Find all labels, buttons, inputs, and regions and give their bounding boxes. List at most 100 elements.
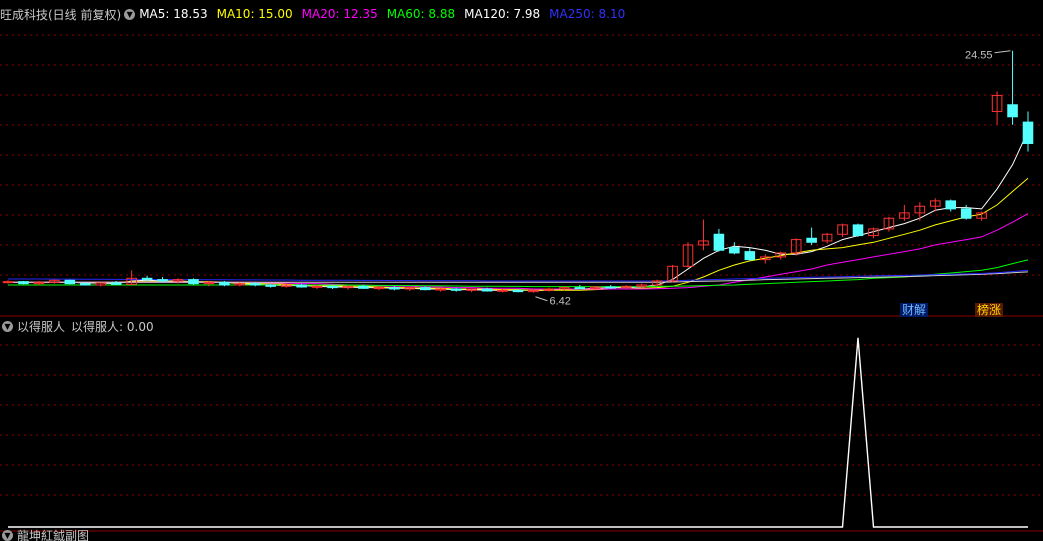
candle <box>914 202 926 221</box>
candle-body-down <box>481 288 493 292</box>
ma60-label: MA60: 8.88 <box>386 7 456 21</box>
candle-body-down <box>141 277 153 281</box>
candle-body-down <box>157 279 168 282</box>
candle <box>976 211 987 221</box>
ma10-line <box>8 177 1029 291</box>
candle-body-down <box>110 282 122 285</box>
candle <box>605 284 617 289</box>
bottom-legend: ▼ 龍坤紅鉞副图 <box>0 529 89 541</box>
candle <box>49 279 60 284</box>
candle <box>95 282 107 287</box>
candle <box>33 280 45 285</box>
candle <box>775 251 787 260</box>
ma250-label: MA250: 8.10 <box>549 7 626 21</box>
candle-body-down <box>1007 104 1018 118</box>
chevron-down-icon[interactable]: ▼ <box>124 8 136 20</box>
bangzhang-badge[interactable]: 榜涨 <box>975 303 1004 317</box>
candle <box>883 216 895 232</box>
sub-legend: ▼ 以得服人 以得服人: 0.00 <box>0 317 154 335</box>
candle-body-down <box>188 279 199 285</box>
candle-body-down <box>713 233 725 251</box>
candle-body-down <box>744 251 756 261</box>
candle <box>528 289 539 293</box>
indicator-value: 以得服人: 0.00 <box>71 319 154 334</box>
candle <box>821 232 833 244</box>
ma20-label: MA20: 12.35 <box>301 7 378 21</box>
price-annotations: 24.55 6.42 <box>535 50 1011 308</box>
candle-body-down <box>1022 121 1034 144</box>
candle <box>342 285 354 290</box>
chart-canvas: 24.55 6.42 <box>0 34 1043 532</box>
candle <box>991 91 1003 125</box>
candle <box>18 280 29 285</box>
candle <box>682 242 694 268</box>
candle <box>296 283 307 288</box>
candle-body-down <box>450 288 462 291</box>
candle-body-up <box>373 287 385 290</box>
ma10-label: MA10: 15.00 <box>216 7 293 21</box>
candle <box>466 288 477 293</box>
candle-body-down <box>852 224 864 237</box>
candle <box>698 219 709 251</box>
candle-body-down <box>605 286 617 289</box>
candle-body-down <box>64 279 76 285</box>
candle-body-down <box>358 285 369 289</box>
candle <box>450 287 462 292</box>
candle-body-down <box>806 237 817 243</box>
candle <box>389 286 400 291</box>
candle-body-down <box>18 281 29 285</box>
stock-title: 旺成科技(日线 前复权) <box>0 7 122 22</box>
candle <box>806 227 817 245</box>
candle <box>188 278 199 285</box>
candle <box>651 279 663 287</box>
candle-body-down <box>729 247 740 254</box>
candle-body-up <box>435 288 447 291</box>
low-price-label: 6.42 <box>549 296 570 308</box>
high-price-label: 24.55 <box>965 50 993 62</box>
candle-body-down <box>249 283 261 286</box>
candle <box>729 242 740 255</box>
low-arrow <box>535 296 548 302</box>
caijie-badge[interactable]: 财解 <box>900 303 929 317</box>
indicator-line <box>8 337 1028 528</box>
candle-body-down <box>327 285 338 289</box>
ma5-label: MA5: 18.53 <box>139 7 208 21</box>
candle <box>1007 50 1018 125</box>
candle <box>899 204 910 221</box>
candle-body-down <box>79 283 91 286</box>
ma120-label: MA120: 7.98 <box>464 7 541 21</box>
high-arrow <box>994 50 1011 54</box>
ma20-line <box>8 213 1029 290</box>
indicator-series-line <box>8 337 1028 528</box>
candle-body-down <box>219 281 230 286</box>
candle <box>744 247 756 261</box>
candle-body-down <box>960 208 972 219</box>
candle-body-down <box>265 284 277 287</box>
candle <box>852 223 864 237</box>
candle <box>837 223 848 237</box>
candle-body-down <box>512 289 524 293</box>
main-legend: 旺成科技(日线 前复权) ▼ MA5: 18.53 MA10: 15.00 MA… <box>0 5 634 23</box>
candle <box>2 280 14 284</box>
candle <box>960 204 972 220</box>
indicator-name: 以得服人 <box>17 319 66 334</box>
candle-body-down <box>945 200 957 210</box>
candle-body-down <box>296 284 307 288</box>
candle <box>945 199 957 212</box>
sub-grid <box>0 344 1043 496</box>
bottom-indicator-name: 龍坤紅鉞副图 <box>17 529 90 541</box>
candle-body-down <box>389 287 400 290</box>
candle <box>1022 111 1034 152</box>
candle <box>790 238 802 256</box>
chevron-down-icon[interactable]: ▼ <box>2 529 13 541</box>
candle-body-down <box>574 287 586 290</box>
candle <box>713 228 725 252</box>
candle <box>667 264 678 283</box>
candle <box>64 279 76 285</box>
chevron-down-icon[interactable]: ▼ <box>2 320 13 332</box>
candle <box>404 286 416 291</box>
candle-body-up <box>2 281 14 284</box>
candle <box>110 280 122 285</box>
candle-body-up <box>497 289 508 292</box>
candle-body-down <box>419 287 431 291</box>
